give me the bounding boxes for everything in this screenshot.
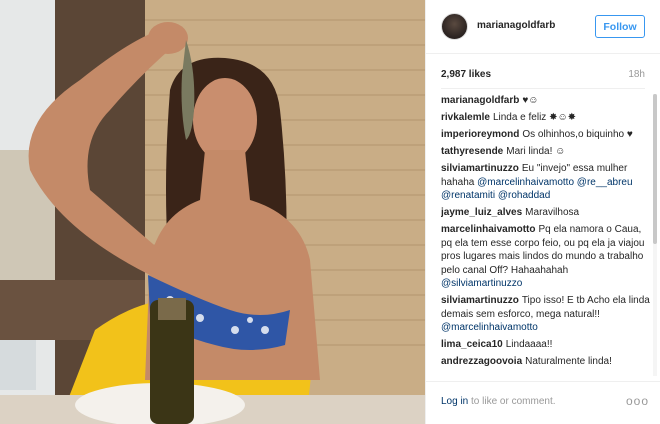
like-count[interactable]: 2,987 likes [441, 69, 491, 80]
comment-item: silviamartinuzzo Tipo isso! E tb Acho ela… [441, 294, 651, 335]
login-prompt: Log in to like or comment. [441, 396, 556, 407]
comment-item: tathyresende Mari linda! ☺ [441, 145, 651, 159]
comment-username[interactable]: imperioreymond [441, 129, 519, 140]
ellipsis-icon[interactable]: ooo [626, 394, 649, 408]
comment-mention[interactable]: @re__abreu [577, 177, 633, 188]
post-side-panel: marianagoldfarb Follow 2,987 likes 18h m… [425, 0, 660, 424]
follow-button[interactable]: Follow [595, 15, 645, 38]
post-timestamp[interactable]: 18h [628, 69, 645, 80]
comment-username[interactable]: silviamartinuzzo [441, 163, 519, 174]
post-username[interactable]: marianagoldfarb [477, 20, 555, 31]
comment-mention[interactable]: @marcelinhaivamotto [477, 177, 574, 188]
scrollbar-thumb[interactable] [653, 94, 657, 244]
comment-username[interactable]: marianagoldfarb [441, 95, 519, 106]
comment-username[interactable]: tathyresende [441, 146, 503, 157]
comment-item: lima_ceica10 Lindaaaa!! [441, 338, 651, 352]
avatar[interactable] [441, 13, 468, 40]
comment-mention[interactable]: @silviamartinuzzo [441, 278, 522, 289]
comment-username[interactable]: rivkalemle [441, 112, 490, 123]
comment-mention[interactable]: @marcelinhaivamotto [441, 322, 538, 333]
post-footer: Log in to like or comment. ooo [426, 381, 660, 424]
comment-text: Mari linda! ☺ [506, 146, 566, 157]
comment-mention[interactable]: @renatamiti [441, 190, 495, 201]
comment-text: Maravilhosa [525, 207, 580, 218]
divider [441, 88, 645, 89]
photo-illustration [0, 0, 425, 424]
comment-list[interactable]: marianagoldfarb ♥☺ rivkalemle Linda e feliz… [441, 94, 651, 380]
comment-mention[interactable]: @rohaddad [498, 190, 550, 201]
login-link[interactable]: Log in [441, 396, 468, 407]
comment-username[interactable]: marcelinhaivamotto [441, 224, 535, 235]
comment-item: marianagoldfarb ♥☺ [441, 94, 651, 108]
post-photo[interactable] [0, 0, 425, 424]
comment-username[interactable]: jayme_luiz_alves [441, 207, 522, 218]
comment-item: marcelinhaivamotto Pq ela namora o Caua, … [441, 223, 651, 291]
comment-item: andrezzagoovoia Naturalmente linda! [441, 355, 651, 369]
comment-username[interactable]: lima_ceica10 [441, 339, 503, 350]
comment-item: silviamartinuzzo Eu "invejo" essa mulher … [441, 162, 651, 203]
comment-text: Os olhinhos,o biquinho ♥ [522, 129, 633, 140]
comment-item: jayme_luiz_alves Maravilhosa [441, 206, 651, 220]
comment-scrollbar[interactable] [653, 94, 657, 376]
comment-item: imperioreymond Os olhinhos,o biquinho ♥ [441, 128, 651, 142]
comment-text: Linda e feliz ✸☺✸ [492, 112, 577, 123]
comment-username[interactable]: andrezzagoovoia [441, 356, 522, 367]
login-prompt-text: to like or comment. [468, 396, 556, 407]
comment-text: Lindaaaa!! [505, 339, 553, 350]
post-stats: 2,987 likes 18h [441, 69, 645, 81]
post-header: marianagoldfarb Follow [426, 0, 660, 54]
comment-text: Naturalmente linda! [525, 356, 612, 367]
comment-item: rivkalemle Linda e feliz ✸☺✸ [441, 111, 651, 125]
comment-text: ♥☺ [522, 95, 539, 106]
comment-username[interactable]: silviamartinuzzo [441, 295, 519, 306]
